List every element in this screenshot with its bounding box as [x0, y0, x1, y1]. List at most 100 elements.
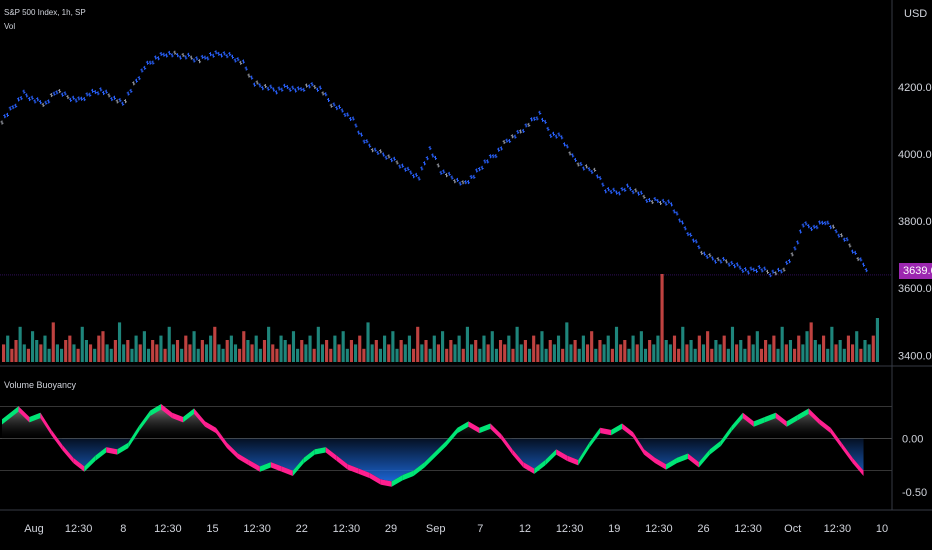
- time-tick-label: 12: [519, 523, 531, 535]
- volume-bar: [391, 331, 395, 362]
- volume-bar: [283, 340, 287, 362]
- volume-bar: [175, 340, 180, 362]
- volume-bar: [548, 340, 552, 362]
- volume-bar: [213, 326, 217, 362]
- time-tick-label: 10: [876, 523, 888, 535]
- volume-bar: [204, 344, 209, 362]
- volume-bar: [627, 348, 631, 362]
- volume-bar: [672, 335, 677, 362]
- price-pane: [0, 50, 892, 278]
- volume-bar: [262, 340, 267, 362]
- volume-bar: [395, 348, 399, 362]
- volume-bar: [822, 335, 826, 362]
- volume-bar: [871, 335, 875, 362]
- volume-bar: [432, 335, 436, 362]
- volume-bar: [14, 340, 18, 362]
- time-tick-label: 8: [120, 523, 126, 535]
- volume-bar: [664, 340, 668, 362]
- volume-bar: [142, 331, 146, 362]
- volume-bar: [556, 335, 561, 362]
- volume-bar: [532, 335, 536, 362]
- time-tick-label: 12:30: [243, 523, 271, 535]
- volume-bar: [701, 344, 706, 362]
- volume-bar: [287, 344, 291, 362]
- volume-bar: [449, 340, 453, 362]
- volume-bar: [809, 322, 813, 362]
- volume-bar: [354, 344, 358, 362]
- volume-bar: [788, 340, 793, 362]
- volume-bar: [540, 331, 544, 362]
- volume-bar: [768, 344, 772, 362]
- volume-bar: [383, 335, 387, 362]
- volume-bar: [838, 340, 842, 362]
- volume-bar: [585, 344, 590, 362]
- time-tick-label: 19: [608, 523, 620, 535]
- volume-bar: [441, 331, 445, 362]
- volume-bar: [101, 331, 105, 362]
- volume-bar: [511, 348, 515, 362]
- volume-bar: [706, 331, 710, 362]
- volume-bar: [130, 348, 134, 362]
- volume-label: Vol: [4, 22, 16, 31]
- volume-bar: [552, 344, 556, 362]
- time-tick-label: 15: [206, 523, 218, 535]
- time-tick-label: 26: [697, 523, 709, 535]
- volume-bar: [209, 335, 213, 362]
- volume-bar: [117, 322, 122, 362]
- time-tick-label: Sep: [426, 523, 446, 535]
- volume-bar: [349, 340, 354, 362]
- volume-bar: [300, 340, 304, 362]
- volume-bar: [192, 331, 196, 362]
- volume-bar: [834, 344, 838, 362]
- volume-bar: [536, 344, 540, 362]
- volume-bar: [26, 348, 30, 362]
- volume-bar: [569, 344, 573, 362]
- volume-bar: [875, 318, 879, 362]
- volume-bar: [279, 335, 283, 362]
- volume-bar: [465, 326, 469, 362]
- volume-bar: [759, 348, 764, 362]
- volume-bar: [631, 335, 635, 362]
- volume-bar: [159, 335, 163, 362]
- volume-bar: [842, 348, 846, 362]
- volume-bar: [138, 344, 142, 362]
- volume-bar: [84, 340, 88, 362]
- volume-bar: [635, 344, 639, 362]
- volume-bar: [648, 340, 652, 362]
- volume-bar: [407, 335, 412, 362]
- volume-bar: [242, 331, 246, 362]
- volume-bar: [267, 326, 271, 362]
- volume-bar: [581, 335, 585, 362]
- volume-bar: [155, 344, 159, 362]
- volume-bar: [304, 344, 308, 362]
- volume-bar: [151, 340, 155, 362]
- volume-bar: [72, 344, 76, 362]
- volume-bar: [378, 348, 383, 362]
- volume-bar: [474, 340, 478, 362]
- volume-bar: [494, 348, 498, 362]
- volume-bar: [478, 348, 482, 362]
- volume-bar: [610, 348, 614, 362]
- volume-bar: [221, 348, 225, 362]
- chart-canvas[interactable]: 4200.00 4000.00 3800.00 3600.00 3400.00 0.00 -…: [0, 0, 932, 550]
- volume-bar: [722, 335, 726, 362]
- volume-bar: [329, 348, 333, 362]
- volume-bar: [18, 326, 22, 362]
- volume-bar: [271, 344, 275, 362]
- volume-bar: [64, 340, 68, 362]
- buoyancy-tick-label: -0.50: [902, 487, 927, 499]
- time-tick-label: 29: [385, 523, 397, 535]
- volume-bar: [312, 348, 316, 362]
- volume-bar: [598, 340, 602, 362]
- volume-bar: [254, 335, 258, 362]
- time-tick-label: 12:30: [333, 523, 361, 535]
- volume-pane: [2, 274, 879, 362]
- volume-bar: [2, 344, 6, 362]
- volume-bar: [399, 340, 403, 362]
- time-tick-label: 22: [296, 523, 308, 535]
- volume-bar: [76, 348, 80, 362]
- volume-bar: [780, 326, 784, 362]
- volume-bar: [43, 335, 47, 362]
- volume-bar: [345, 348, 349, 362]
- volume-bar: [387, 344, 391, 362]
